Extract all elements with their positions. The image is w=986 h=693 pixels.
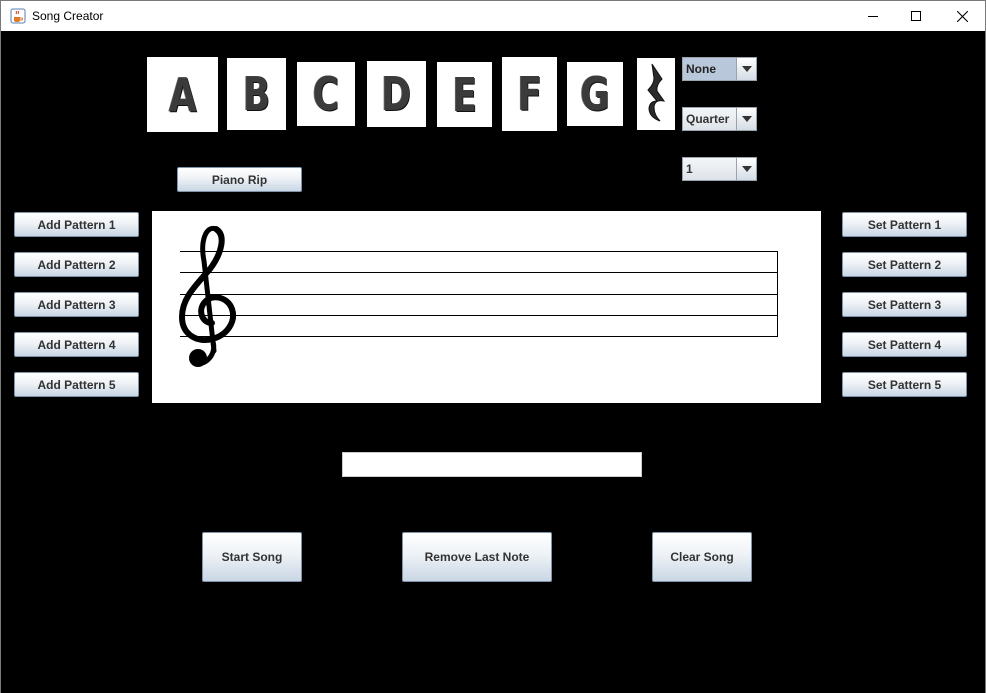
minimize-icon <box>868 16 878 17</box>
note-b-button[interactable]: B <box>227 58 286 130</box>
set-pattern-5-button[interactable]: Set Pattern 5 <box>842 372 967 397</box>
note-d-button[interactable]: D <box>367 61 426 127</box>
note-a-button[interactable]: A <box>147 57 218 132</box>
staff-line <box>180 272 778 273</box>
staff-line <box>180 294 778 295</box>
song-creator-window: Song Creator A B C D E F G None Quarter … <box>0 0 986 693</box>
close-icon <box>956 10 968 22</box>
song-notes-field[interactable] <box>342 452 642 477</box>
treble-clef-icon <box>178 225 236 367</box>
minimize-button[interactable] <box>850 1 896 31</box>
clear-song-button[interactable]: Clear Song <box>652 532 752 582</box>
piano-rip-button[interactable]: Piano Rip <box>177 167 302 192</box>
note-label: A <box>168 67 197 122</box>
java-coffee-icon <box>10 8 26 24</box>
note-label: G <box>580 67 610 121</box>
note-label: D <box>381 67 412 121</box>
chevron-down-icon <box>736 58 756 80</box>
main-content: A B C D E F G None Quarter 1 Piano Rip A… <box>1 31 985 693</box>
note-label: F <box>517 67 542 121</box>
note-label: C <box>312 67 340 121</box>
note-label: E <box>452 67 477 122</box>
add-pattern-5-button[interactable]: Add Pattern 5 <box>14 372 139 397</box>
chevron-down-icon <box>736 108 756 130</box>
note-f-button[interactable]: F <box>502 57 557 131</box>
title-bar: Song Creator <box>1 1 985 31</box>
staff-line <box>180 336 778 337</box>
window-title: Song Creator <box>32 9 104 23</box>
duration-select-value: Quarter <box>683 108 736 130</box>
add-pattern-2-button[interactable]: Add Pattern 2 <box>14 252 139 277</box>
accidental-select-value: None <box>683 58 736 80</box>
chevron-down-icon <box>736 158 756 180</box>
set-pattern-3-button[interactable]: Set Pattern 3 <box>842 292 967 317</box>
accidental-select[interactable]: None <box>682 57 757 81</box>
set-pattern-1-button[interactable]: Set Pattern 1 <box>842 212 967 237</box>
note-e-button[interactable]: E <box>437 62 492 127</box>
maximize-icon <box>911 11 921 21</box>
octave-select-value: 1 <box>683 158 736 180</box>
add-pattern-1-button[interactable]: Add Pattern 1 <box>14 212 139 237</box>
add-pattern-4-button[interactable]: Add Pattern 4 <box>14 332 139 357</box>
staff-line <box>180 251 778 252</box>
rest-button[interactable] <box>637 58 675 130</box>
set-pattern-2-button[interactable]: Set Pattern 2 <box>842 252 967 277</box>
maximize-button[interactable] <box>893 1 939 31</box>
octave-select[interactable]: 1 <box>682 157 757 181</box>
note-label: B <box>242 67 271 121</box>
start-song-button[interactable]: Start Song <box>202 532 302 582</box>
close-button[interactable] <box>939 1 985 31</box>
note-c-button[interactable]: C <box>297 62 355 126</box>
remove-last-note-button[interactable]: Remove Last Note <box>402 532 552 582</box>
duration-select[interactable]: Quarter <box>682 107 757 131</box>
note-g-button[interactable]: G <box>567 62 623 126</box>
music-staff[interactable] <box>152 211 821 403</box>
quarter-rest-icon <box>647 63 666 122</box>
staff-line <box>180 315 778 316</box>
staff-end-bar <box>777 251 778 336</box>
add-pattern-3-button[interactable]: Add Pattern 3 <box>14 292 139 317</box>
set-pattern-4-button[interactable]: Set Pattern 4 <box>842 332 967 357</box>
